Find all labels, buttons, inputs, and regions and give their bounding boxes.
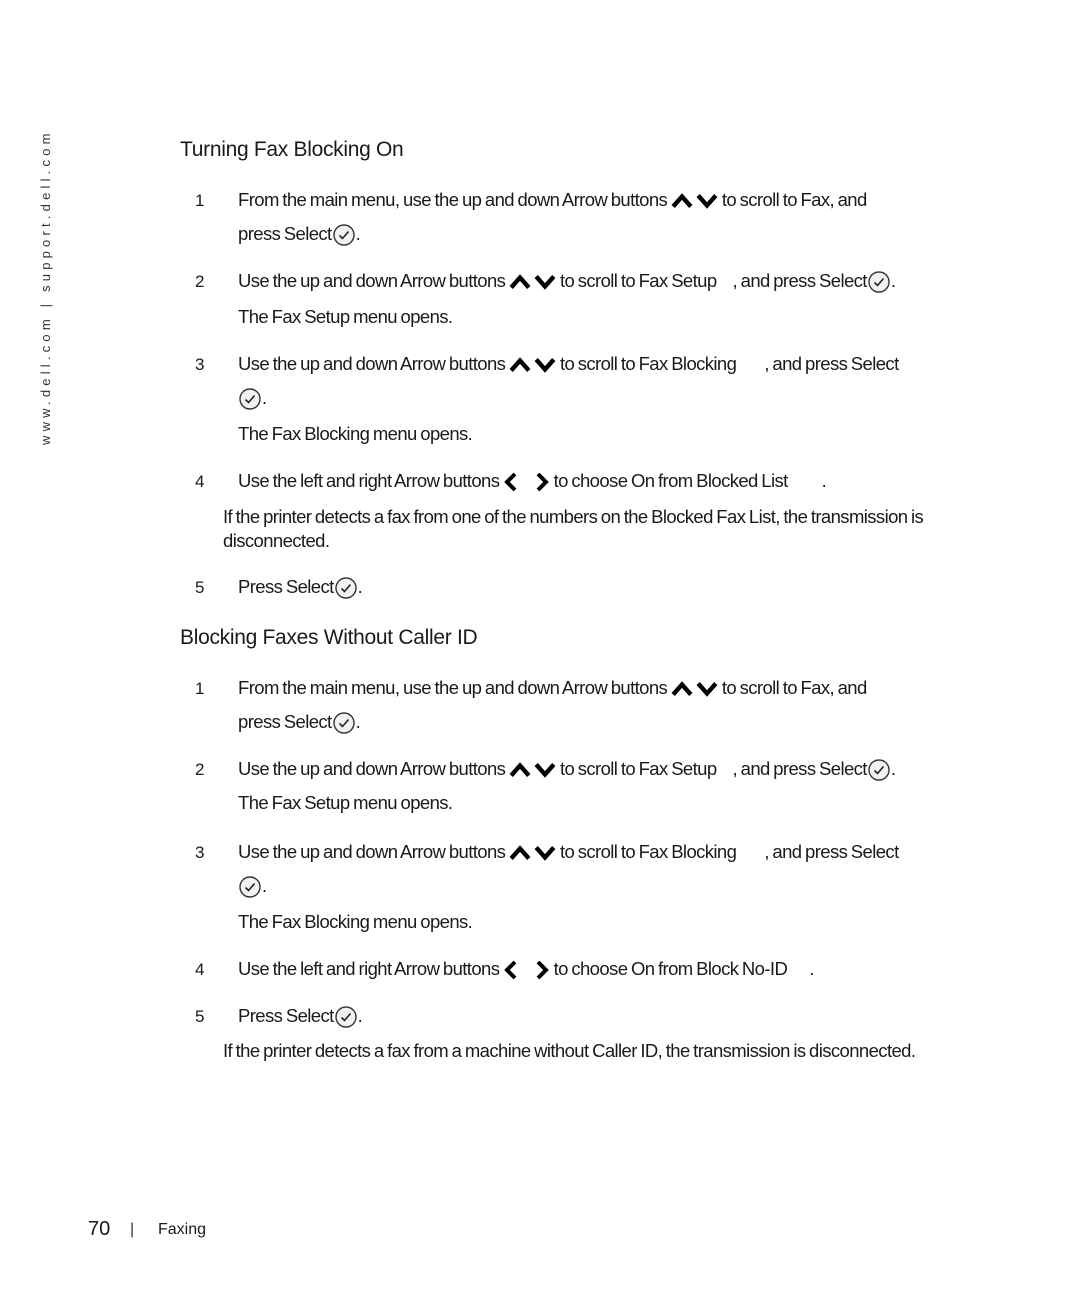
step-result: The Fax Setup menu opens. [238,306,453,327]
step-text: , and press Select [732,758,868,779]
step-number: 4 [195,472,204,491]
step-text: to scroll to [559,270,636,291]
select-button-icon [867,270,891,294]
arrow-right-icon [534,960,550,980]
step-result: The Fax Blocking menu opens. [238,911,473,932]
step-text: Use the left and right Arrow buttons [238,470,500,491]
step-number: 5 [195,578,204,597]
step-text: Use the up and down Arrow buttons [238,353,506,374]
chapter-name: Faxing [158,1221,207,1238]
menu-target: Fax [800,189,830,210]
step-text: . [821,470,827,491]
arrow-up-icon [509,844,531,862]
step-text: . [890,270,896,291]
select-button-icon [238,875,262,899]
section-turning-fax-blocking-on: Turning Fax Blocking On 1 From the main … [180,138,980,162]
arrow-down-icon [534,273,556,291]
menu-target: Fax Blocking [638,353,737,374]
step-text: , and press Select [732,270,868,291]
step-text: , and [829,677,868,698]
step-text: Use the up and down Arrow buttons [238,758,506,779]
section-title: Blocking Faxes Without Caller ID [180,626,478,649]
footer-separator: | [130,1221,135,1238]
step-text: , and [829,189,868,210]
step-text: to scroll to [721,677,798,698]
page-footer: 70 | Faxing [88,1218,206,1241]
step-text: Press Select [238,1005,334,1026]
arrow-down-icon [696,192,718,210]
menu-target: Fax Blocking [638,841,737,862]
step-text: . [890,758,896,779]
menu-target: Fax Setup [638,758,718,779]
arrow-up-icon [509,761,531,779]
step-text: , and press Select [764,841,899,862]
step-text: From the main menu, use the up and down … [238,189,668,210]
menu-target: Blocked List [696,470,788,491]
step-text: to scroll to [559,758,636,779]
step-text: to choose [553,470,628,491]
step-text: , and press Select [764,353,899,374]
section-blocking-faxes-without-caller-id: Blocking Faxes Without Caller ID 1 From … [180,626,980,1061]
arrow-up-icon [671,192,693,210]
arrow-down-icon [696,680,718,698]
step-number: 4 [195,960,204,979]
step-text: press Select [238,711,332,732]
step-text: to scroll to [559,353,636,374]
arrow-left-icon [503,472,519,492]
page-number: 70 [88,1218,111,1240]
arrow-down-icon [534,761,556,779]
arrow-up-icon [671,680,693,698]
step-text: from [657,470,693,491]
arrow-left-icon [503,960,519,980]
step-number: 3 [195,843,204,862]
step-text: Use the up and down Arrow buttons [238,270,506,291]
step-text: from [657,958,693,979]
arrow-up-icon [509,356,531,374]
select-button-icon [332,223,356,247]
step-text: . [262,875,267,896]
step-note: If the printer detects a fax from a mach… [223,1040,916,1061]
step-text: Use the up and down Arrow buttons [238,841,506,862]
option-value: On [630,958,655,979]
step-number: 3 [195,355,204,374]
step-text: Press Select [238,576,334,597]
section-title: Turning Fax Blocking On [180,138,404,161]
step-text: to scroll to [559,841,636,862]
step-text: . [355,711,361,732]
menu-target: Fax [800,677,830,698]
step-text: to scroll to [721,189,798,210]
step-number: 2 [195,272,204,291]
step-number: 1 [195,191,204,210]
menu-target: Fax Setup [638,270,718,291]
arrow-right-icon [534,472,550,492]
side-url: www.dell.com | support.dell.com [38,129,53,445]
select-button-icon [334,1005,358,1029]
select-button-icon [332,711,356,735]
step-text: . [357,576,363,597]
arrow-down-icon [534,844,556,862]
step-number: 1 [195,679,204,698]
option-value: On [630,470,655,491]
select-button-icon [334,576,358,600]
step-result: The Fax Blocking menu opens. [238,423,473,444]
arrow-down-icon [534,356,556,374]
step-text: press Select [238,223,332,244]
step-text: . [262,387,267,408]
step-text: From the main menu, use the up and down … [238,677,668,698]
step-number: 5 [195,1007,204,1026]
select-button-icon [238,387,262,411]
step-text: . [809,958,814,979]
step-text: . [357,1005,363,1026]
step-note: If the printer detects a fax from one of… [223,506,924,551]
menu-target: Block No-ID [696,958,788,979]
step-text: to choose [553,958,628,979]
step-result: The Fax Setup menu opens. [238,792,453,813]
arrow-up-icon [509,273,531,291]
step-text: Use the left and right Arrow buttons [238,958,500,979]
select-button-icon [867,758,891,782]
step-number: 2 [195,760,204,779]
step-text: . [355,223,361,244]
